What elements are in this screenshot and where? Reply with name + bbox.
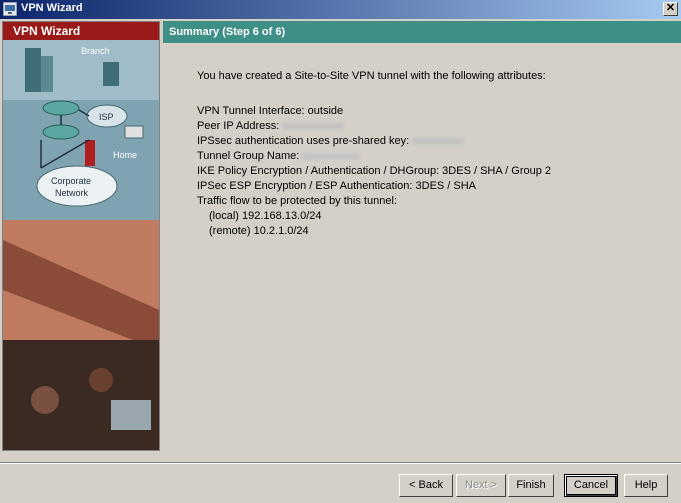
network-illustration: Branch ISP Home Corporate Network (3, 40, 159, 450)
peer-ip-row: Peer IP Address: (197, 119, 667, 134)
step-title: Summary (Step 6 of 6) (163, 21, 681, 43)
laptop-image (111, 400, 151, 430)
firewall-icon (85, 140, 95, 166)
psk-label: IPSsec authentication uses pre-shared ke… (197, 135, 410, 147)
label-home: Home (113, 150, 137, 160)
window-title: VPN Wizard (21, 2, 83, 14)
footer-divider-highlight (0, 463, 681, 464)
person-image (31, 386, 59, 414)
redacted-value (412, 137, 465, 145)
router-icon (42, 100, 80, 116)
local-network: (local) 192.168.13.0/24 (209, 210, 322, 222)
esp-policy: IPSec ESP Encryption / ESP Authenticatio… (197, 180, 477, 192)
label-corporate: Corporate (51, 176, 91, 186)
peer-ip-label: Peer IP Address: (197, 120, 280, 132)
help-button[interactable]: Help (624, 474, 668, 497)
summary-content: You have created a Site-to-Site VPN tunn… (197, 69, 667, 239)
ike-policy: IKE Policy Encryption / Authentication /… (197, 165, 552, 177)
traffic-label: Traffic flow to be protected by this tun… (197, 195, 397, 207)
close-icon: ✕ (665, 2, 676, 14)
tunnel-group-label: Tunnel Group Name: (197, 150, 300, 162)
side-panel-title: VPN Wizard (3, 22, 159, 40)
close-button[interactable]: ✕ (663, 2, 678, 16)
label-branch: Branch (81, 46, 110, 56)
building-icon (103, 62, 119, 86)
label-isp: ISP (99, 112, 114, 122)
redacted-value (302, 152, 361, 160)
finish-button[interactable]: Finish (508, 474, 554, 497)
tunnel-interface: VPN Tunnel Interface: outside (197, 105, 344, 117)
summary-intro: You have created a Site-to-Site VPN tunn… (197, 70, 546, 82)
title-bar: VPN Wizard ✕ (0, 0, 681, 19)
cloud-icon (36, 165, 118, 207)
next-button[interactable]: Next > (456, 474, 506, 497)
building-icon (25, 48, 41, 92)
redacted-value (282, 122, 345, 130)
house-icon (124, 125, 144, 139)
router-icon (42, 124, 80, 140)
cancel-button[interactable]: Cancel (564, 474, 618, 497)
tunnel-group-row: Tunnel Group Name: (197, 149, 667, 164)
label-network: Network (55, 188, 89, 198)
person-image (89, 368, 113, 392)
wizard-side-panel: VPN Wizard Branch ISP Home Corporate Net… (2, 21, 160, 451)
remote-network: (remote) 10.2.1.0/24 (209, 225, 309, 237)
psk-row: IPSsec authentication uses pre-shared ke… (197, 134, 667, 149)
vpn-wizard-icon (3, 2, 17, 16)
back-button[interactable]: < Back (399, 474, 453, 497)
